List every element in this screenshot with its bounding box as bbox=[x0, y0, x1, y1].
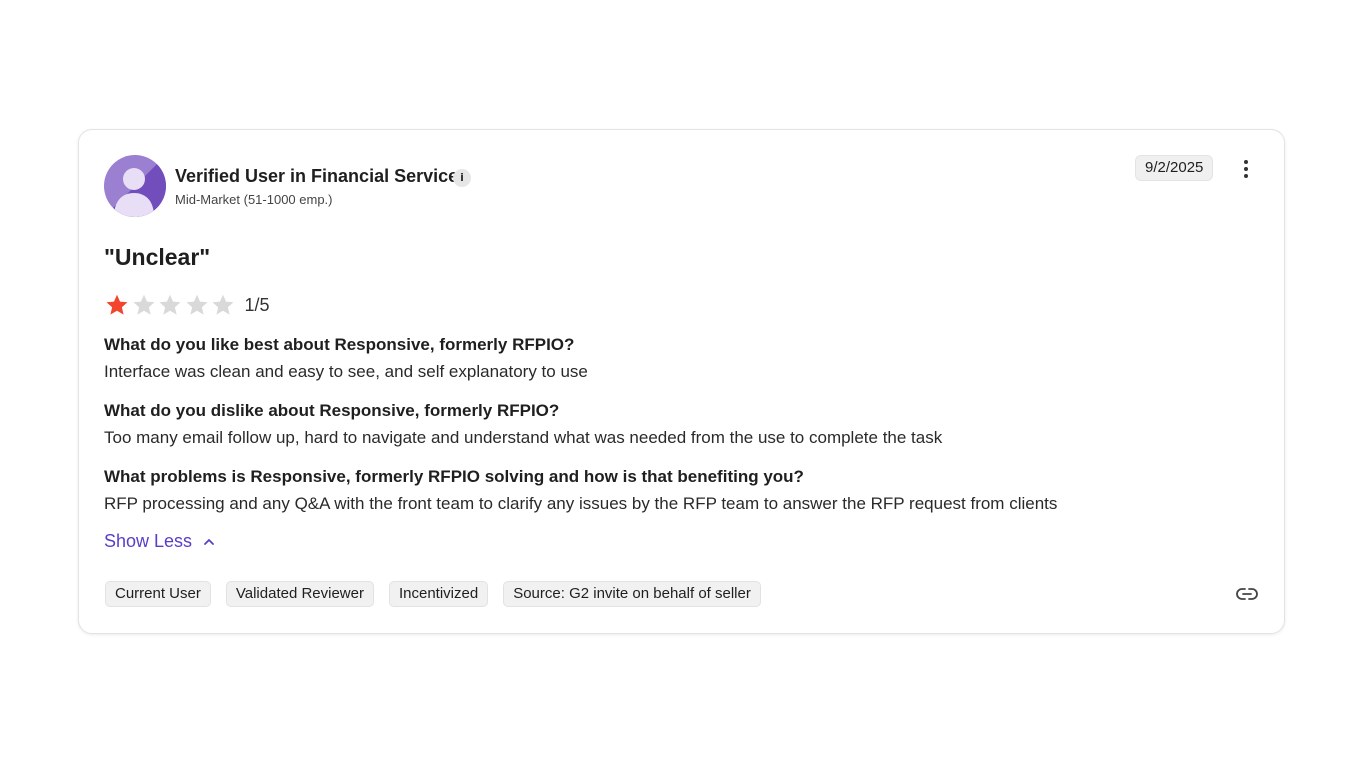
chevron-up-icon bbox=[204, 538, 214, 545]
review-card: Verified User in Financial Services i Mi… bbox=[78, 129, 1285, 634]
star-empty-icon bbox=[185, 294, 208, 315]
info-icon[interactable]: i bbox=[453, 169, 471, 187]
qa-block: What problems is Responsive, formerly RF… bbox=[104, 465, 1254, 516]
reviewer-name: Verified User in Financial Services bbox=[175, 166, 469, 186]
tag-incentivized: Incentivized bbox=[388, 581, 489, 607]
star-filled-icon bbox=[106, 294, 128, 315]
show-less-button[interactable]: Show Less bbox=[104, 531, 216, 552]
answer-text: Interface was clean and easy to see, and… bbox=[104, 362, 588, 381]
tag-source: Source: G2 invite on behalf of seller bbox=[503, 581, 761, 607]
tag-validated-reviewer: Validated Reviewer bbox=[225, 581, 374, 607]
qa-block: What do you dislike about Responsive, fo… bbox=[104, 399, 1254, 450]
question-text: What do you dislike about Responsive, fo… bbox=[104, 401, 560, 420]
reviewer-segment: Mid-Market (51-1000 emp.) bbox=[175, 192, 333, 207]
rating-text: 1/5 bbox=[244, 294, 270, 315]
answer-text: Too many email follow up, hard to naviga… bbox=[104, 428, 943, 447]
show-less-label: Show Less bbox=[104, 531, 193, 551]
qa-block: What do you like best about Responsive, … bbox=[104, 333, 1254, 384]
user-avatar-icon bbox=[104, 155, 166, 217]
more-options-icon[interactable] bbox=[1233, 156, 1259, 182]
star-empty-icon bbox=[132, 294, 155, 315]
question-text: What problems is Responsive, formerly RF… bbox=[104, 467, 804, 486]
link-icon[interactable] bbox=[1235, 582, 1259, 606]
tag-current-user: Current User bbox=[105, 581, 211, 607]
question-text: What do you like best about Responsive, … bbox=[104, 335, 575, 354]
star-empty-icon bbox=[212, 294, 234, 315]
review-date-badge: 9/2/2025 bbox=[1135, 155, 1214, 181]
star-empty-icon bbox=[159, 294, 181, 315]
review-title: "Unclear" bbox=[104, 244, 211, 270]
answer-text: RFP processing and any Q&A with the fron… bbox=[104, 494, 1058, 513]
star-rating: 1/5 bbox=[104, 292, 270, 318]
tag-list: Current User Validated Reviewer Incentiv… bbox=[105, 581, 776, 607]
